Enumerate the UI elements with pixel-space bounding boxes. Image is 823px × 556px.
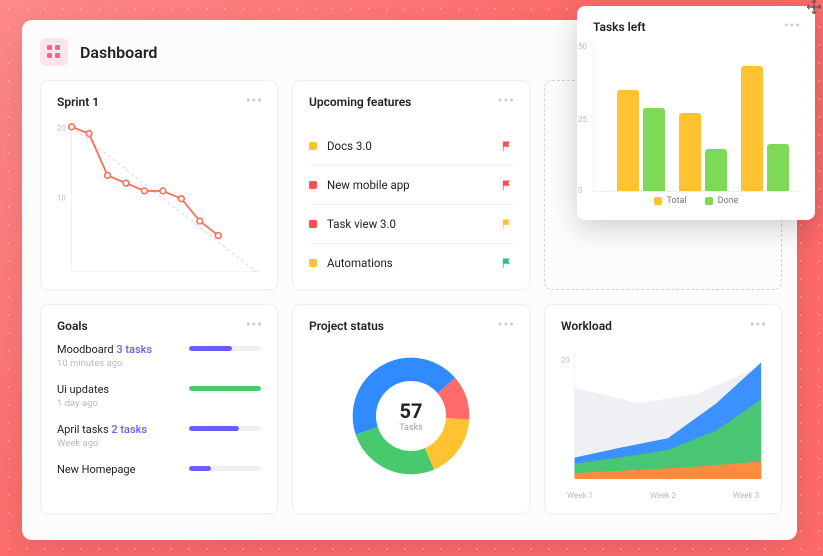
bar-group xyxy=(617,90,665,191)
workload-x-axis: Week 1 Week 2 Week 3 xyxy=(561,491,765,500)
feature-row[interactable]: New mobile app xyxy=(309,166,513,205)
goal-accent: 2 tasks xyxy=(111,423,147,436)
features-menu-button[interactable]: ••• xyxy=(498,93,515,109)
workload-area-chart: 20 xyxy=(561,341,765,491)
goals-menu-button[interactable]: ••• xyxy=(246,317,263,333)
goal-row[interactable]: April tasks 2 tasks Week ago xyxy=(57,423,261,449)
xlabel-week1: Week 1 xyxy=(567,491,593,500)
goal-accent: 3 tasks xyxy=(116,343,152,356)
goal-row[interactable]: Moodboard 3 tasks 10 minutes ago xyxy=(57,343,261,369)
feature-row[interactable]: Task view 3.0 xyxy=(309,205,513,244)
bar-done xyxy=(705,149,727,191)
feature-label: Docs 3.0 xyxy=(327,139,372,153)
move-handle-icon[interactable] xyxy=(805,0,823,16)
feature-label: Task view 3.0 xyxy=(327,217,396,231)
ytick-20: 20 xyxy=(57,124,66,133)
ytick-10: 10 xyxy=(57,194,66,203)
feature-label: New mobile app xyxy=(327,178,410,192)
flag-icon[interactable] xyxy=(501,257,513,269)
sprint-card: Sprint 1 ••• 20 10 xyxy=(40,80,278,290)
goal-text: Moodboard 3 tasks 10 minutes ago xyxy=(57,343,177,369)
app-logo xyxy=(40,38,68,66)
bar-group xyxy=(679,113,727,191)
xlabel-week2: Week 2 xyxy=(650,491,676,500)
goal-progress xyxy=(189,466,261,471)
grid-icon xyxy=(46,44,62,60)
tasks-left-menu-button[interactable]: ••• xyxy=(784,18,801,34)
feature-label: Automations xyxy=(327,256,393,270)
sprint-burndown-chart: 20 10 xyxy=(57,119,261,278)
goal-label: Ui updates xyxy=(57,383,109,396)
status-menu-button[interactable]: ••• xyxy=(498,317,515,333)
goal-timestamp: 10 minutes ago xyxy=(57,358,177,369)
status-total: 57 xyxy=(399,399,423,423)
bar-group xyxy=(741,66,789,191)
bar-done xyxy=(643,108,665,191)
goals-card: Goals ••• Moodboard 3 tasks 10 minutes ag… xyxy=(40,304,278,514)
flag-icon[interactable] xyxy=(501,140,513,152)
ideal-line xyxy=(72,127,257,272)
sprint-title: Sprint 1 xyxy=(57,95,261,109)
priority-dot xyxy=(309,220,317,228)
goal-progress xyxy=(189,426,261,431)
goal-progress xyxy=(189,386,261,391)
feature-row[interactable]: Docs 3.0 xyxy=(309,127,513,166)
goal-timestamp: 1 day ago xyxy=(57,398,177,409)
priority-dot xyxy=(309,259,317,267)
workload-title: Workload xyxy=(561,319,765,333)
goal-label: Moodboard xyxy=(57,343,114,356)
priority-dot xyxy=(309,181,317,189)
goal-progress xyxy=(189,346,261,351)
workload-menu-button[interactable]: ••• xyxy=(750,317,767,333)
features-title: Upcoming features xyxy=(309,95,513,109)
tasks-left-title: Tasks left xyxy=(593,20,799,34)
status-title: Project status xyxy=(309,319,513,333)
bar-done xyxy=(767,144,789,191)
tasks-left-card[interactable]: Tasks left ••• 50 25 0 Total Done xyxy=(577,6,815,220)
flag-icon[interactable] xyxy=(501,218,513,230)
ytick-50: 50 xyxy=(578,42,587,51)
goal-text: April tasks 2 tasks Week ago xyxy=(57,423,177,449)
workload-card: Workload ••• 20 Week 1 xyxy=(544,304,782,514)
goal-row[interactable]: Ui updates 1 day ago xyxy=(57,383,261,409)
goal-label: New Homepage xyxy=(57,463,135,476)
status-card: Project status ••• 57 Tasks xyxy=(292,304,530,514)
page-title: Dashboard xyxy=(80,43,157,62)
goal-label: April tasks xyxy=(57,423,109,436)
legend-done: Done xyxy=(718,196,739,206)
bar-total xyxy=(741,66,763,191)
ytick-0: 0 xyxy=(578,186,583,195)
bar-total xyxy=(679,113,701,191)
goals-list: Moodboard 3 tasks 10 minutes ago Ui update… xyxy=(57,343,261,476)
feature-row[interactable]: Automations xyxy=(309,244,513,282)
tasks-left-bar-chart: 50 25 0 xyxy=(593,44,799,192)
status-total-label: Tasks xyxy=(399,423,423,433)
actual-line xyxy=(72,127,219,236)
legend-total: Total xyxy=(667,196,687,206)
priority-dot xyxy=(309,142,317,150)
goal-text: New Homepage xyxy=(57,463,177,476)
donut-center: 57 Tasks xyxy=(399,399,423,433)
bar-total xyxy=(617,90,639,191)
tasks-left-legend: Total Done xyxy=(593,196,799,206)
goals-title: Goals xyxy=(57,319,261,333)
goal-row[interactable]: New Homepage xyxy=(57,463,261,476)
sprint-menu-button[interactable]: ••• xyxy=(246,93,263,109)
goal-text: Ui updates 1 day ago xyxy=(57,383,177,409)
features-list: Docs 3.0 New mobile app Task view 3.0 Autom… xyxy=(309,127,513,282)
status-donut-chart: 57 Tasks xyxy=(309,333,513,499)
svg-text:20: 20 xyxy=(561,355,570,364)
goal-timestamp: Week ago xyxy=(57,438,177,449)
features-card: Upcoming features ••• Docs 3.0 New mobile… xyxy=(292,80,530,290)
ytick-25: 25 xyxy=(578,115,587,124)
xlabel-week3: Week 3 xyxy=(733,491,759,500)
flag-icon[interactable] xyxy=(501,179,513,191)
